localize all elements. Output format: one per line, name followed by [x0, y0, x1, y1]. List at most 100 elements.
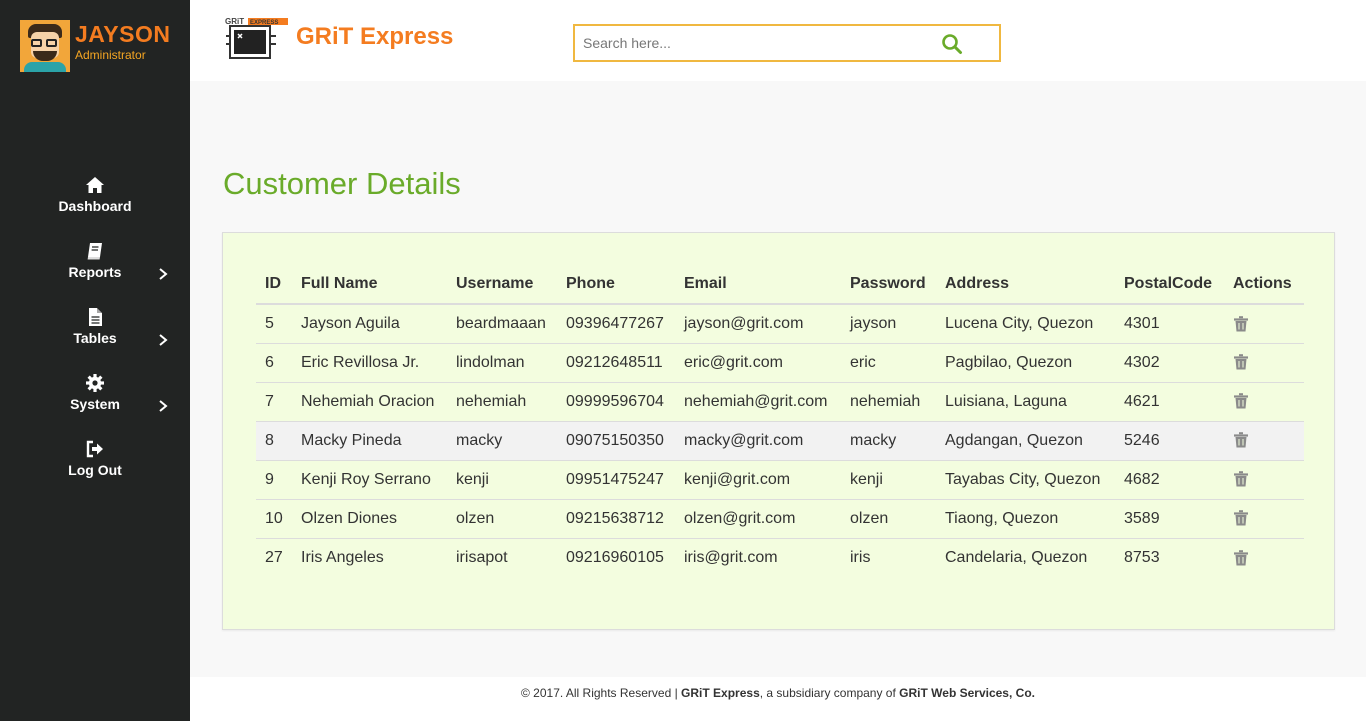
actions-cell — [1224, 420, 1304, 460]
table-cell: 8 — [256, 420, 292, 460]
avatar — [20, 20, 70, 72]
trash-icon[interactable] — [1233, 510, 1249, 526]
search-input[interactable] — [575, 26, 915, 60]
table-header-row: ID Full Name Username Phone Email Password Add… — [256, 265, 1304, 305]
table-row[interactable]: 5 Jayson Aguila beardmaaan 09396477267 jayso… — [256, 303, 1304, 343]
sidebar-item-logout[interactable]: Log Out — [0, 439, 190, 505]
table-cell: 5246 — [1115, 420, 1224, 460]
table-cell: kenji — [447, 459, 557, 499]
column-header: Actions — [1224, 265, 1304, 305]
table-cell: 9 — [256, 459, 292, 499]
table-cell: Nehemiah Oracion — [292, 381, 447, 421]
table-cell: 09951475247 — [557, 459, 675, 499]
table-cell: iris — [841, 537, 936, 577]
trash-icon[interactable] — [1233, 354, 1249, 370]
table-cell: kenji — [841, 459, 936, 499]
footer: © 2017. All Rights Reserved | GRiT Expre… — [190, 677, 1366, 721]
trash-icon[interactable] — [1233, 549, 1249, 566]
trash-icon[interactable] — [1233, 471, 1249, 487]
sidebar-item-reports[interactable]: Reports — [0, 241, 190, 307]
chevron-right-icon — [159, 400, 168, 412]
column-header: Username — [447, 265, 557, 305]
column-header: Phone — [557, 265, 675, 305]
actions-cell — [1224, 381, 1304, 421]
table-cell: beardmaaan — [447, 303, 557, 343]
table-cell: jayson@grit.com — [675, 303, 841, 343]
chevron-right-icon — [159, 268, 168, 280]
table-cell: jayson — [841, 303, 936, 343]
table-cell: olzen — [841, 498, 936, 538]
brand-logo[interactable]: GRiT EXPRESS — [224, 16, 288, 64]
sidebar-item-system[interactable]: System — [0, 373, 190, 439]
svg-text:GRiT: GRiT — [225, 17, 244, 26]
sidebar-item-label: Dashboard — [58, 198, 132, 214]
page-title: Customer Details — [223, 166, 461, 201]
table-cell: eric@grit.com — [675, 342, 841, 382]
table-cell: Macky Pineda — [292, 420, 447, 460]
table-row[interactable]: 7 Nehemiah Oracion nehemiah 09999596704 nehe… — [256, 381, 1304, 421]
table-cell: 7 — [256, 381, 292, 421]
table-row[interactable]: 10 Olzen Diones olzen 09215638712 olzen@grit… — [256, 498, 1304, 538]
table-row[interactable]: 27 Iris Angeles irisapot 09216960105 iris@gr… — [256, 537, 1304, 577]
table-cell: 4621 — [1115, 381, 1224, 421]
table-cell: macky — [447, 420, 557, 460]
table-cell: kenji@grit.com — [675, 459, 841, 499]
gear-icon — [86, 374, 104, 392]
table-cell: 4301 — [1115, 303, 1224, 343]
table-cell: 10 — [256, 498, 292, 538]
table-cell: nehemiah — [447, 381, 557, 421]
brand-name[interactable]: GRiT Express — [296, 23, 453, 51]
table-cell: macky@grit.com — [675, 420, 841, 460]
table-row[interactable]: 6 Eric Revillosa Jr. lindolman 09212648511 e… — [256, 342, 1304, 382]
sidebar: JAYSON Administrator Dashboard Reports T… — [0, 0, 190, 721]
column-header: Address — [936, 265, 1115, 305]
trash-icon[interactable] — [1233, 393, 1249, 409]
file-icon — [89, 308, 102, 326]
actions-cell — [1224, 303, 1304, 343]
table-cell: 09396477267 — [557, 303, 675, 343]
table-cell: 27 — [256, 537, 292, 577]
footer-company: GRiT Web Services, Co. — [899, 686, 1035, 700]
actions-cell — [1224, 498, 1304, 538]
table-cell: 8753 — [1115, 537, 1224, 577]
search-icon[interactable] — [941, 33, 963, 55]
table-cell: 09999596704 — [557, 381, 675, 421]
table-cell: eric — [841, 342, 936, 382]
sidebar-item-dashboard[interactable]: Dashboard — [0, 175, 190, 241]
actions-cell — [1224, 459, 1304, 499]
user-role: Administrator — [75, 48, 146, 62]
table-cell: nehemiah — [841, 381, 936, 421]
table-row[interactable]: 9 Kenji Roy Serrano kenji 09951475247 kenji@… — [256, 459, 1304, 499]
footer-copyright: © 2017. All Rights Reserved | — [521, 686, 682, 700]
customer-table-panel: ID Full Name Username Phone Email Password Add… — [222, 232, 1335, 630]
actions-cell — [1224, 537, 1304, 577]
top-bar: GRiT EXPRESS GRiT Express — [190, 0, 1366, 81]
footer-brand: GRiT Express — [681, 686, 760, 700]
table-cell: irisapot — [447, 537, 557, 577]
table-cell: Tayabas City, Quezon — [936, 459, 1115, 499]
column-header: PostalCode — [1115, 265, 1224, 305]
table-cell: macky — [841, 420, 936, 460]
table-row[interactable]: 8 Macky Pineda macky 09075150350 macky@grit.… — [256, 420, 1304, 460]
table-cell: 09075150350 — [557, 420, 675, 460]
table-cell: Candelaria, Quezon — [936, 537, 1115, 577]
actions-cell — [1224, 342, 1304, 382]
table-cell: 09212648511 — [557, 342, 675, 382]
search-box — [573, 24, 1001, 62]
table-cell: Agdangan, Quezon — [936, 420, 1115, 460]
trash-icon[interactable] — [1233, 432, 1249, 448]
table-cell: 4302 — [1115, 342, 1224, 382]
table-cell: 3589 — [1115, 498, 1224, 538]
column-header: Full Name — [292, 265, 447, 305]
svg-text:EXPRESS: EXPRESS — [250, 20, 278, 26]
sidebar-item-tables[interactable]: Tables — [0, 307, 190, 373]
home-icon — [86, 177, 104, 193]
table-cell: olzen@grit.com — [675, 498, 841, 538]
trash-icon[interactable] — [1233, 315, 1249, 332]
customer-table: ID Full Name Username Phone Email Password Add… — [256, 265, 1304, 577]
table-cell: Pagbilao, Quezon — [936, 342, 1115, 382]
table-cell: Iris Angeles — [292, 537, 447, 577]
book-icon — [87, 243, 102, 260]
table-cell: Eric Revillosa Jr. — [292, 342, 447, 382]
sidebar-nav: Dashboard Reports Tables System Log Out — [0, 175, 190, 505]
